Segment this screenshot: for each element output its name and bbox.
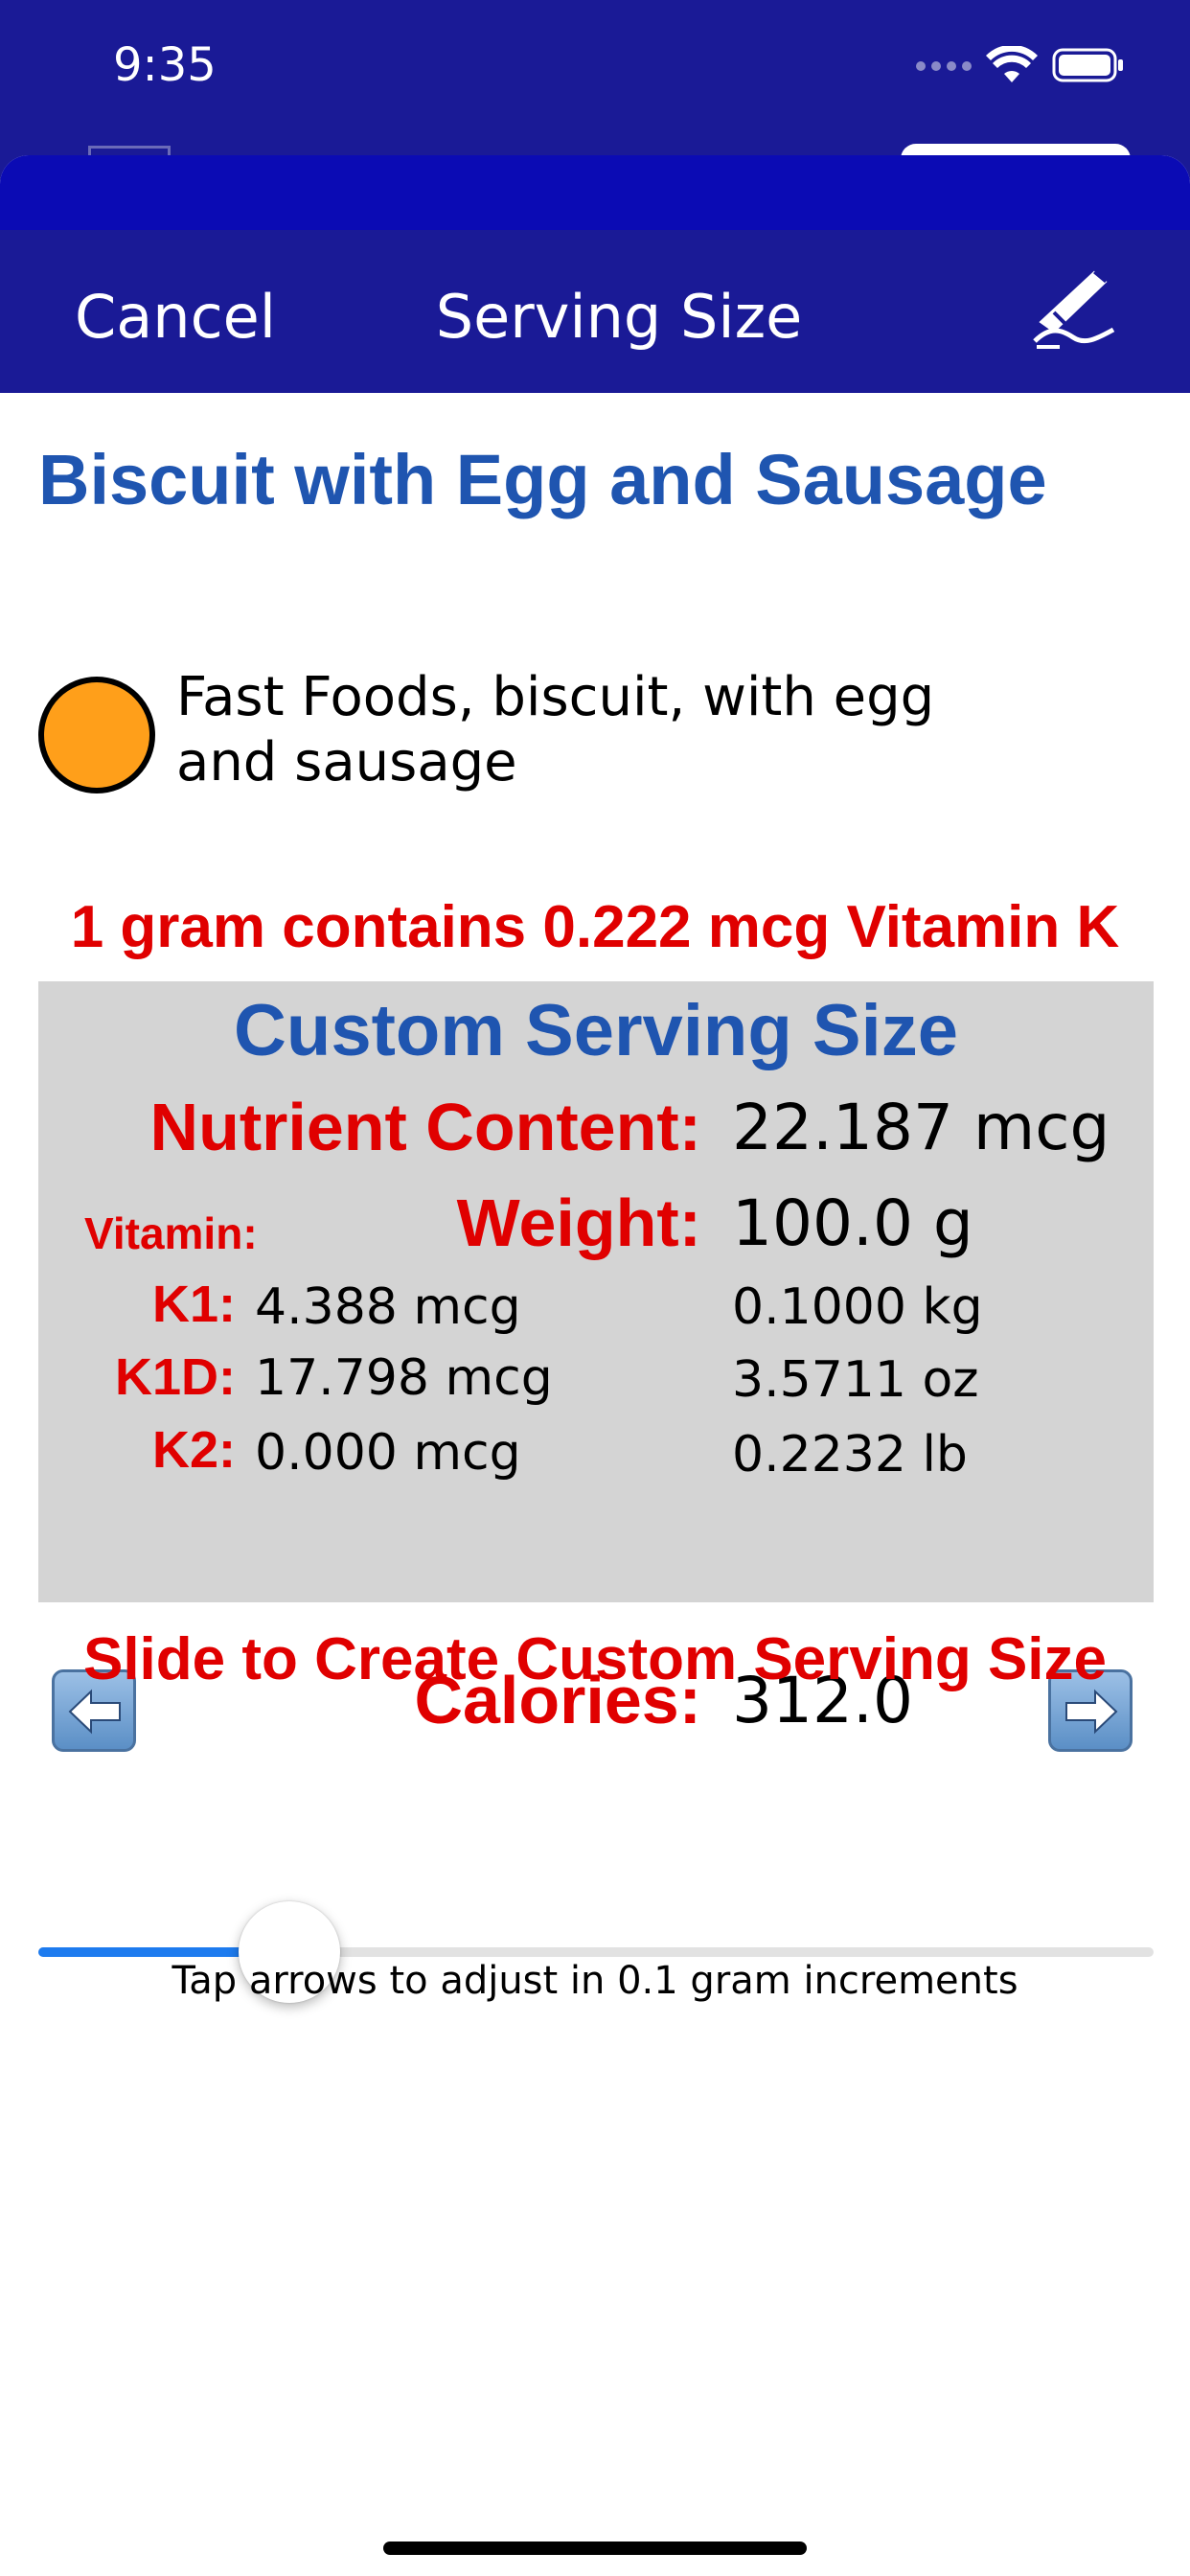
tap-arrows-hint: Tap arrows to adjust in 0.1 gram increme… xyxy=(172,1959,1018,2003)
panel-title: Custom Serving Size xyxy=(234,990,958,1071)
edit-pen-icon[interactable] xyxy=(1031,263,1119,351)
vitamin-ratio-text: 1 gram contains 0.222 mcg Vitamin K xyxy=(70,894,1120,960)
nutrient-content-value: 22.187 mcg xyxy=(732,1091,1110,1164)
nutrient-content-label: Nutrient Content: xyxy=(149,1090,701,1164)
k2-value: 0.000 mcg xyxy=(255,1424,521,1482)
k1-value: 4.388 mcg xyxy=(255,1278,521,1336)
status-bar: 9:35 xyxy=(0,0,1190,134)
left-arrow-icon xyxy=(68,1689,121,1735)
weight-value: 100.0 g xyxy=(732,1186,973,1260)
k1d-value: 17.798 mcg xyxy=(255,1349,553,1407)
wifi-icon xyxy=(986,46,1038,82)
slide-instruction: Slide to Create Custom Serving Size xyxy=(82,1626,1108,1692)
food-description: Fast Foods, biscuit, with egg and sausag… xyxy=(176,666,935,794)
navigation-bar: Cancel Serving Size xyxy=(0,230,1190,393)
k1d-label: K1D: xyxy=(114,1348,236,1406)
vitamin-label: Vitamin: xyxy=(84,1208,258,1258)
weight-kg-value: 0.1000 kg xyxy=(732,1278,983,1336)
status-time: 9:35 xyxy=(113,38,217,92)
k2-label: K2: xyxy=(151,1421,236,1479)
weight-lb-value: 0.2232 lb xyxy=(732,1426,968,1484)
food-title: Biscuit with Egg and Sausage xyxy=(38,440,1047,519)
battery-icon xyxy=(1052,48,1123,82)
sheet-header-strip xyxy=(0,155,1190,230)
k1-label: K1: xyxy=(151,1276,236,1333)
custom-serving-panel: Custom Serving Size Nutrient Content: 22… xyxy=(38,981,1154,1752)
right-arrow-icon xyxy=(1065,1689,1118,1735)
food-indicator-icon xyxy=(38,677,155,794)
weight-oz-value: 3.5711 oz xyxy=(732,1351,979,1409)
weight-label: Weight: xyxy=(456,1185,701,1260)
cellular-signal-icon xyxy=(916,61,972,71)
home-indicator xyxy=(383,2542,807,2555)
serving-size-sheet: Cancel Serving Size Biscuit with Egg and… xyxy=(0,155,1190,2576)
page-title: Serving Size xyxy=(435,282,803,352)
